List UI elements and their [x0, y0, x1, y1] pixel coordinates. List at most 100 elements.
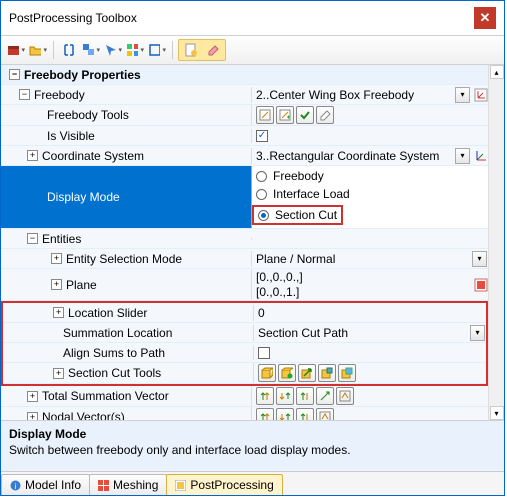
row-label: Section Cut Tools [68, 366, 161, 380]
cube-tool-1-icon[interactable] [258, 364, 276, 382]
row-label: Freebody [34, 88, 85, 102]
square-outline-icon[interactable] [147, 40, 167, 60]
expand-icon[interactable]: + [27, 391, 38, 402]
row-label: Nodal Vector(s) [42, 410, 125, 420]
tool-pencil-icon[interactable] [256, 106, 274, 124]
row-freebody-tools[interactable]: Freebody Tools [1, 105, 488, 126]
row-label: Entities [42, 232, 81, 246]
row-label: Is Visible [47, 129, 95, 143]
align-checkbox[interactable] [258, 347, 270, 359]
folder-open-icon[interactable] [28, 40, 48, 60]
row-label: Location Slider [68, 306, 147, 320]
freebody-coord-icon[interactable] [473, 87, 488, 102]
row-total-summation-vector[interactable]: + Total Summation Vector [1, 386, 488, 407]
freebody-value: 2..Center Wing Box Freebody [256, 88, 414, 102]
radio-interface-load[interactable]: Interface Load [256, 187, 383, 201]
vec-swap-icon[interactable] [276, 387, 294, 405]
row-entity-selection-mode[interactable]: +Entity Selection Mode Plane / Normal▾ [1, 249, 488, 269]
dropdown-icon[interactable]: ▾ [472, 251, 487, 267]
scroll-up-icon[interactable]: ▴ [490, 65, 504, 79]
tab-model-info[interactable]: i Model Info [1, 474, 90, 495]
radio-label: Freebody [273, 169, 324, 183]
summation-value: Section Cut Path [258, 326, 348, 340]
vec-up-icon[interactable] [256, 387, 274, 405]
expand-icon[interactable]: + [51, 253, 62, 264]
window-title: PostProcessing Toolbox [9, 11, 137, 25]
eraser-icon[interactable] [203, 40, 223, 60]
row-summation-location[interactable]: Summation Location Section Cut Path ▾ [3, 323, 486, 343]
blue-brackets-icon[interactable] [59, 40, 79, 60]
cube-tool-3-icon[interactable] [318, 364, 336, 382]
vertical-scrollbar[interactable]: ▴ ▾ [488, 65, 504, 420]
row-label: Total Summation Vector [42, 389, 169, 403]
visible-checkbox[interactable]: ✓ [256, 130, 268, 142]
expand-icon[interactable]: + [27, 412, 38, 421]
expand-icon[interactable]: + [53, 368, 64, 379]
row-section-cut-tools[interactable]: + Section Cut Tools [3, 363, 486, 384]
row-label: Summation Location [63, 326, 172, 340]
radio-label: Section Cut [275, 208, 337, 222]
titlebar: PostProcessing Toolbox ✕ [1, 1, 504, 35]
row-label: Align Sums to Path [63, 346, 165, 360]
plane-picker-icon[interactable] [473, 277, 488, 292]
postproc-icon [175, 480, 186, 491]
tool-check-icon[interactable] [296, 106, 314, 124]
close-button[interactable]: ✕ [474, 7, 496, 29]
scroll-down-icon[interactable]: ▾ [490, 406, 504, 420]
description-title: Display Mode [9, 427, 496, 441]
dropdown-icon[interactable]: ▾ [470, 325, 485, 341]
row-location-slider[interactable]: + Location Slider 0 [3, 303, 486, 323]
nodal-swap-icon[interactable] [276, 408, 294, 420]
row-nodal-vectors[interactable]: + Nodal Vector(s) [1, 407, 488, 420]
info-icon: i [10, 480, 21, 491]
description-panel: Display Mode Switch between freebody onl… [1, 420, 504, 471]
chart-cascade-icon[interactable] [81, 40, 101, 60]
vec-diag-icon[interactable] [316, 387, 334, 405]
row-display-mode[interactable]: Display Mode Freebody Interface Load Sec… [1, 166, 488, 229]
expand-icon[interactable]: + [27, 150, 38, 161]
tool-pencil-plus-icon[interactable] [276, 106, 294, 124]
bottom-tab-bar: i Model Info Meshing PostProcessing [1, 471, 504, 495]
cube-tool-4-icon[interactable] [338, 364, 356, 382]
radio-freebody[interactable]: Freebody [256, 169, 383, 183]
nodal-up-icon[interactable] [256, 408, 274, 420]
dropdown-icon[interactable]: ▾ [455, 87, 470, 103]
grid-four-icon[interactable] [125, 40, 145, 60]
row-label: Coordinate System [42, 149, 144, 163]
expand-icon[interactable]: + [53, 307, 64, 318]
radio-section-cut[interactable]: Section Cut [252, 205, 343, 225]
file-yellow-icon[interactable] [181, 40, 201, 60]
row-entities[interactable]: −Entities [1, 229, 488, 249]
row-align-sums[interactable]: Align Sums to Path [3, 343, 486, 363]
mesh-icon [98, 480, 109, 491]
main-toolbar [1, 35, 504, 65]
toolbar-separator [53, 41, 54, 59]
tab-meshing[interactable]: Meshing [89, 474, 167, 495]
pointer-icon[interactable] [103, 40, 123, 60]
nodal-config-icon[interactable] [316, 408, 334, 420]
row-coord-system[interactable]: + Coordinate System 3..Rectangular Coordi… [1, 146, 488, 166]
expand-icon[interactable]: + [51, 279, 62, 290]
collapse-icon[interactable]: − [19, 89, 30, 100]
coord-value: 3..Rectangular Coordinate System [256, 149, 439, 163]
location-value: 0 [258, 306, 265, 320]
row-is-visible[interactable]: Is Visible ✓ [1, 126, 488, 146]
tool-erase-icon[interactable] [316, 106, 334, 124]
cube-tool-2-icon[interactable] [278, 364, 296, 382]
nodal-dual-icon[interactable] [296, 408, 314, 420]
toolbox-red-icon[interactable] [6, 40, 26, 60]
cube-tool-arrow-icon[interactable] [298, 364, 316, 382]
row-label: Display Mode [47, 190, 120, 204]
vec-config-icon[interactable] [336, 387, 354, 405]
tab-label: Meshing [113, 478, 158, 492]
section-freebody-properties[interactable]: − Freebody Properties [1, 65, 488, 85]
tab-label: Model Info [25, 478, 81, 492]
vec-dual-icon[interactable] [296, 387, 314, 405]
row-plane[interactable]: +Plane [0.,0.,0.,][0.,0.,1.] [1, 269, 488, 301]
collapse-icon[interactable]: − [27, 233, 38, 244]
axes-icon[interactable] [473, 148, 488, 163]
tab-postprocessing[interactable]: PostProcessing [166, 474, 282, 495]
row-freebody[interactable]: −Freebody 2..Center Wing Box Freebody ▾ [1, 85, 488, 105]
dropdown-icon[interactable]: ▾ [455, 148, 470, 164]
collapse-icon[interactable]: − [9, 69, 20, 80]
